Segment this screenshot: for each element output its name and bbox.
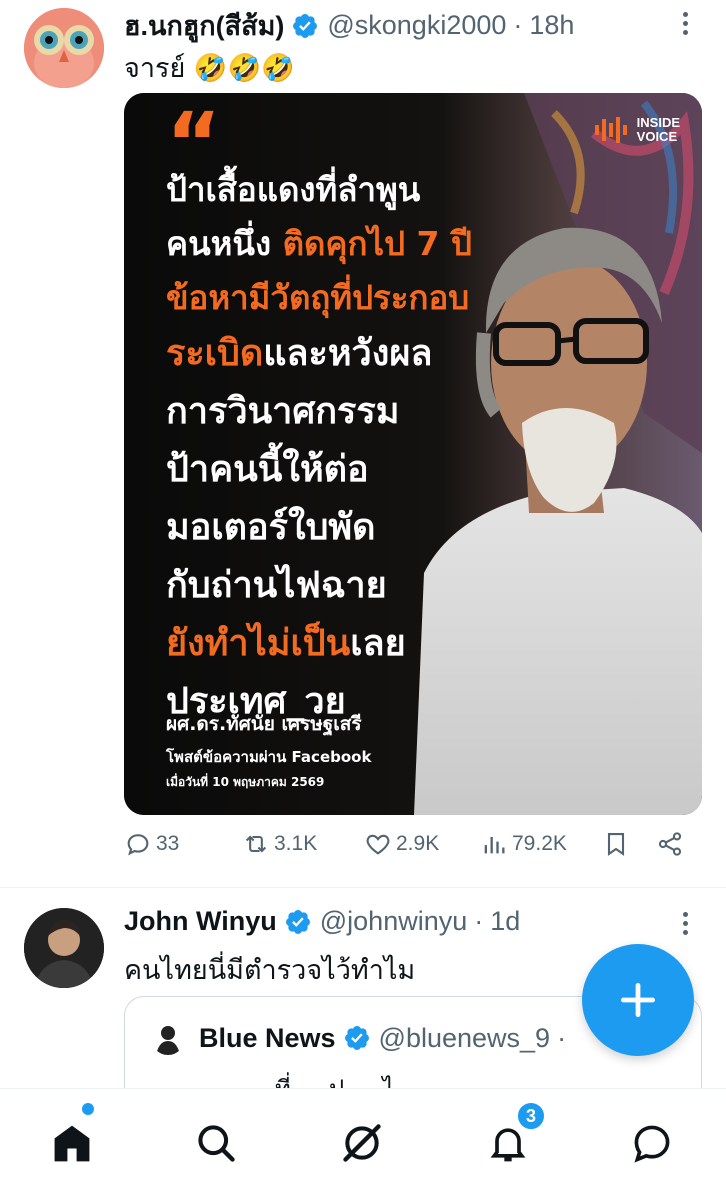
quote-line: ระเบิดและหวังผล	[166, 333, 433, 374]
brand-logo: INSIDE VOICE	[593, 115, 680, 145]
like-button[interactable]: 2.9K	[364, 830, 439, 858]
share-button[interactable]	[656, 830, 688, 858]
quote-line: คนหนึ่ง ติดคุกไป 7 ปี	[166, 224, 472, 263]
home-icon	[54, 1125, 90, 1162]
john-avatar-image	[24, 908, 104, 988]
reply-icon	[127, 834, 149, 856]
views-count: 79.2K	[512, 832, 567, 855]
search-icon	[198, 1125, 235, 1162]
views-icon	[484, 837, 505, 854]
timestamp[interactable]: 1d	[490, 906, 520, 937]
attribution-date: เมื่อวันที่ 10 พฤษภาคม 2569	[166, 775, 325, 789]
views-button[interactable]: 79.2K	[480, 830, 567, 858]
display-name[interactable]: ฮ.นกฮูก(สีส้ม)	[124, 4, 284, 47]
tweet-text: จารย์ 🤣🤣🤣	[124, 53, 295, 84]
nav-grok[interactable]	[338, 1119, 386, 1167]
tweet-header: John Winyu @johnwinyu · 1d	[124, 906, 520, 937]
tweet-text: คนไทยนี่มีตำรวจไว้ทำไม	[124, 955, 416, 986]
verified-icon	[293, 13, 318, 38]
quote-line: กับถ่านไฟฉาย	[166, 565, 387, 606]
voice-wave-icon	[594, 117, 627, 143]
nav-search[interactable]	[192, 1119, 240, 1167]
home-notification-dot	[82, 1103, 94, 1115]
nav-home[interactable]	[48, 1119, 96, 1167]
quote-line: ยังทำไม่เป็นเลย	[166, 623, 406, 664]
tweet-actions: 33 3.1K 2.9K 79.2K	[124, 830, 694, 874]
like-count: 2.9K	[396, 832, 440, 855]
quote-line: ป้าเสื้อแดงที่ลำพูน	[166, 170, 421, 209]
compose-button[interactable]	[582, 944, 694, 1056]
owl-avatar-image	[24, 8, 104, 88]
bottom-navigation: 3	[0, 1088, 726, 1200]
reply-button[interactable]: 33	[124, 830, 179, 858]
quote-text-block: ป้าเสื้อแดงที่ลำพูน คนหนึ่ง ติดคุกไป 7 ป…	[166, 163, 472, 731]
separator-dot: ·	[474, 906, 484, 936]
messages-icon	[634, 1125, 670, 1163]
compose-icon	[620, 982, 656, 1018]
avatar	[151, 1021, 185, 1055]
separator-dot: ·	[557, 1022, 567, 1053]
quoted-display-name: Blue News	[199, 1022, 336, 1053]
quoted-handle: @bluenews_9	[378, 1022, 551, 1053]
like-icon	[366, 834, 390, 855]
more-icon[interactable]	[670, 908, 700, 938]
bookmark-button[interactable]	[602, 830, 634, 858]
notifications-badge: 3	[516, 1101, 546, 1131]
tweet-media-image[interactable]: “ INSIDE VOICE ป้าเสื้อแดงที่ลำพูน คนหนึ…	[124, 93, 702, 815]
nav-messages[interactable]	[628, 1119, 676, 1167]
quote-line: การวินาศกรรม	[166, 391, 400, 432]
repost-icon	[245, 835, 267, 853]
repost-button[interactable]: 3.1K	[242, 830, 317, 858]
avatar[interactable]	[24, 908, 104, 988]
avatar[interactable]	[24, 8, 104, 88]
quote-line: มอเตอร์ใบพัด	[166, 507, 376, 548]
attribution-source: โพสต์ข้อความผ่าน Facebook	[166, 748, 372, 766]
verified-icon	[285, 909, 310, 934]
reply-count: 33	[156, 832, 180, 855]
grok-icon	[343, 1124, 381, 1162]
handle[interactable]: @skongki2000	[327, 10, 506, 41]
brand-line-2: VOICE	[636, 129, 678, 144]
quote-line: ป้าคนนี้ให้ต่อ	[166, 449, 369, 490]
tweet-1[interactable]: ฮ.นกฮูก(สีส้ม) @skongki2000 · 18h จารย์ …	[0, 0, 726, 888]
share-icon	[658, 832, 682, 856]
separator-dot: ·	[513, 10, 523, 40]
blue-news-avatar-image	[151, 1021, 185, 1055]
quote-attribution: ผศ.ดร.ทัศนัย เศรษฐเสรี โพสต์ข้อความผ่าน …	[166, 709, 371, 792]
repost-count: 3.1K	[274, 832, 318, 855]
quoted-tweet-header: Blue News @bluenews_9 ·	[151, 1021, 573, 1055]
attribution-name: ผศ.ดร.ทัศนัย เศรษฐเสรี	[166, 713, 362, 735]
bookmark-icon	[607, 833, 625, 856]
display-name[interactable]: John Winyu	[124, 906, 277, 937]
more-icon[interactable]	[670, 8, 700, 38]
timestamp[interactable]: 18h	[529, 10, 574, 41]
verified-icon	[344, 1026, 369, 1050]
brand-line-1: INSIDE	[636, 115, 680, 131]
quote-line: ข้อหามีวัตถุที่ประกอบ	[166, 278, 470, 317]
tweet-header: ฮ.นกฮูก(สีส้ม) @skongki2000 · 18h	[124, 4, 574, 47]
handle[interactable]: @johnwinyu	[320, 906, 468, 937]
